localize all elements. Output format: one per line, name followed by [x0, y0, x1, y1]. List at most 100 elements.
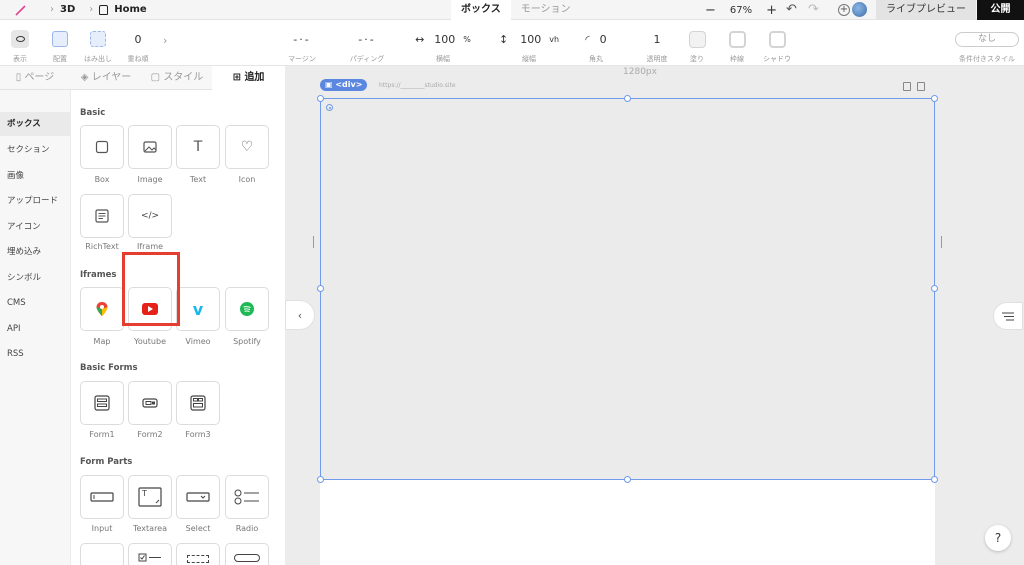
breadcrumb-project[interactable]: 3D [60, 4, 75, 15]
height-control[interactable]: ↕ 100 vh 縦幅 [494, 20, 564, 66]
add-form1-tile[interactable] [80, 381, 124, 425]
add-icon-tile[interactable]: ♡ [225, 125, 269, 169]
section-title: Basic Forms [80, 363, 138, 373]
live-preview-button[interactable]: ライブプレビュー [876, 0, 976, 20]
box-icon [95, 140, 109, 154]
add-richtext-tile[interactable] [80, 194, 124, 238]
tab-motion[interactable]: モーション [511, 0, 607, 20]
canvas-tools [903, 82, 925, 91]
margin-dash-icon: -·- [293, 32, 311, 46]
canvas[interactable]: 1280px ▣ <div> https://________studio.si… [285, 66, 1024, 565]
canvas-resize-grip[interactable] [313, 236, 314, 248]
nav-upload[interactable]: アップロード [0, 189, 71, 213]
nav-rss[interactable]: RSS [0, 342, 71, 366]
width-unit[interactable]: % [463, 35, 471, 44]
width-value[interactable]: 100 [434, 33, 455, 46]
padding-control[interactable]: -·- パディング [347, 20, 387, 66]
radius-control[interactable]: ◜ 0 角丸 [578, 20, 614, 66]
pen-logo-icon[interactable] [14, 4, 26, 16]
page-home-icon [99, 4, 109, 15]
element-tag-badge[interactable]: ▣ <div> [320, 79, 368, 91]
tab-pages[interactable]: ▯ ページ [0, 66, 70, 90]
nav-api[interactable]: API [0, 317, 71, 341]
add-button-tile[interactable] [225, 543, 269, 565]
border-swatch-icon [728, 30, 746, 48]
selected-div-box[interactable] [320, 98, 935, 480]
add-checkbox-tile[interactable] [80, 543, 124, 565]
zoom-value[interactable]: 67% [730, 5, 752, 16]
nav-cms[interactable]: CMS [0, 291, 71, 315]
nav-icon[interactable]: アイコン [0, 215, 71, 239]
add-form3-tile[interactable] [176, 381, 220, 425]
resize-handle[interactable] [931, 285, 938, 292]
add-textarea-tile[interactable]: T [128, 475, 172, 519]
add-upload-tile[interactable] [176, 543, 220, 565]
undo-icon[interactable]: ↶ [786, 2, 797, 17]
richtext-icon [95, 209, 109, 223]
add-select-tile[interactable] [176, 475, 220, 519]
breadcrumb-page[interactable]: Home [114, 4, 146, 15]
add-radio-tile[interactable] [225, 475, 269, 519]
width-control[interactable]: ↔ 100 % 横幅 [408, 20, 478, 66]
nav-symbol[interactable]: シンボル [0, 266, 71, 290]
resize-handle[interactable] [931, 95, 938, 102]
collapse-panel-button[interactable]: ‹ [285, 300, 315, 330]
code-icon: ▣ [325, 80, 336, 89]
height-value[interactable]: 100 [520, 33, 541, 46]
nav-box[interactable]: ボックス [0, 112, 71, 136]
canvas-resize-grip[interactable] [941, 236, 942, 248]
opacity-control[interactable]: 1 透明度 [644, 20, 670, 66]
image-icon [143, 141, 157, 153]
tab-styles[interactable]: ▢ スタイル [142, 66, 212, 90]
nav-image[interactable]: 画像 [0, 164, 71, 188]
resize-handle[interactable] [624, 95, 631, 102]
tab-layers[interactable]: ◈ レイヤー [70, 66, 142, 90]
stack-order-control[interactable]: 0 重ね順 [126, 20, 150, 66]
add-vimeo-tile[interactable]: v [176, 287, 220, 331]
avatar[interactable] [852, 2, 867, 17]
conditional-style-control[interactable]: なし 条件付きスタイル [954, 20, 1020, 66]
overflow-control[interactable]: はみ出し [84, 20, 112, 66]
fill-control[interactable]: 塗り [686, 20, 708, 66]
resize-handle[interactable] [931, 476, 938, 483]
add-image-tile[interactable] [128, 125, 172, 169]
zoom-out-button[interactable]: − [705, 3, 716, 18]
fill-swatch-icon [688, 30, 706, 48]
add-input-tile[interactable] [80, 475, 124, 519]
target-icon[interactable] [326, 104, 333, 111]
add-text-tile[interactable]: T [176, 125, 220, 169]
display-control[interactable]: 表示 [10, 20, 30, 66]
invite-plus-icon[interactable]: + [838, 4, 850, 16]
add-form2-tile[interactable] [128, 381, 172, 425]
border-control[interactable]: 枠線 [726, 20, 748, 66]
margin-control[interactable]: -·- マージン [282, 20, 322, 66]
zoom-in-button[interactable]: + [766, 3, 777, 18]
shadow-control[interactable]: シャドウ [762, 20, 792, 66]
nav-embed[interactable]: 埋め込み [0, 240, 71, 264]
resize-handle[interactable] [317, 476, 324, 483]
resize-handle[interactable] [317, 95, 324, 102]
add-checklist-tile[interactable] [128, 543, 172, 565]
tab-add[interactable]: ⊞ 追加 [212, 66, 285, 90]
add-spotify-tile[interactable] [225, 287, 269, 331]
resize-handle[interactable] [624, 476, 631, 483]
resize-handle[interactable] [317, 285, 324, 292]
publish-button[interactable]: 公開 [977, 0, 1024, 20]
add-iframe-tile[interactable]: </> [128, 194, 172, 238]
copy-icon[interactable] [903, 82, 911, 91]
add-map-tile[interactable] [80, 287, 124, 331]
menu-lines-icon [1002, 312, 1014, 320]
radius-value[interactable]: 0 [600, 33, 607, 46]
help-button[interactable]: ? [985, 525, 1011, 551]
mode-tabs: ボックス モーション [451, 0, 607, 20]
chevron-right-icon[interactable]: › [163, 34, 167, 47]
add-page-icon[interactable] [917, 82, 925, 91]
conditional-style-select[interactable]: なし [955, 31, 1019, 47]
layout-control[interactable]: 配置 [50, 20, 70, 66]
open-right-panel-button[interactable] [993, 302, 1023, 330]
add-box-tile[interactable] [80, 125, 124, 169]
tab-box[interactable]: ボックス [451, 0, 511, 20]
height-unit[interactable]: vh [549, 35, 559, 44]
nav-section[interactable]: セクション [0, 138, 71, 162]
redo-icon[interactable]: ↷ [808, 2, 819, 17]
